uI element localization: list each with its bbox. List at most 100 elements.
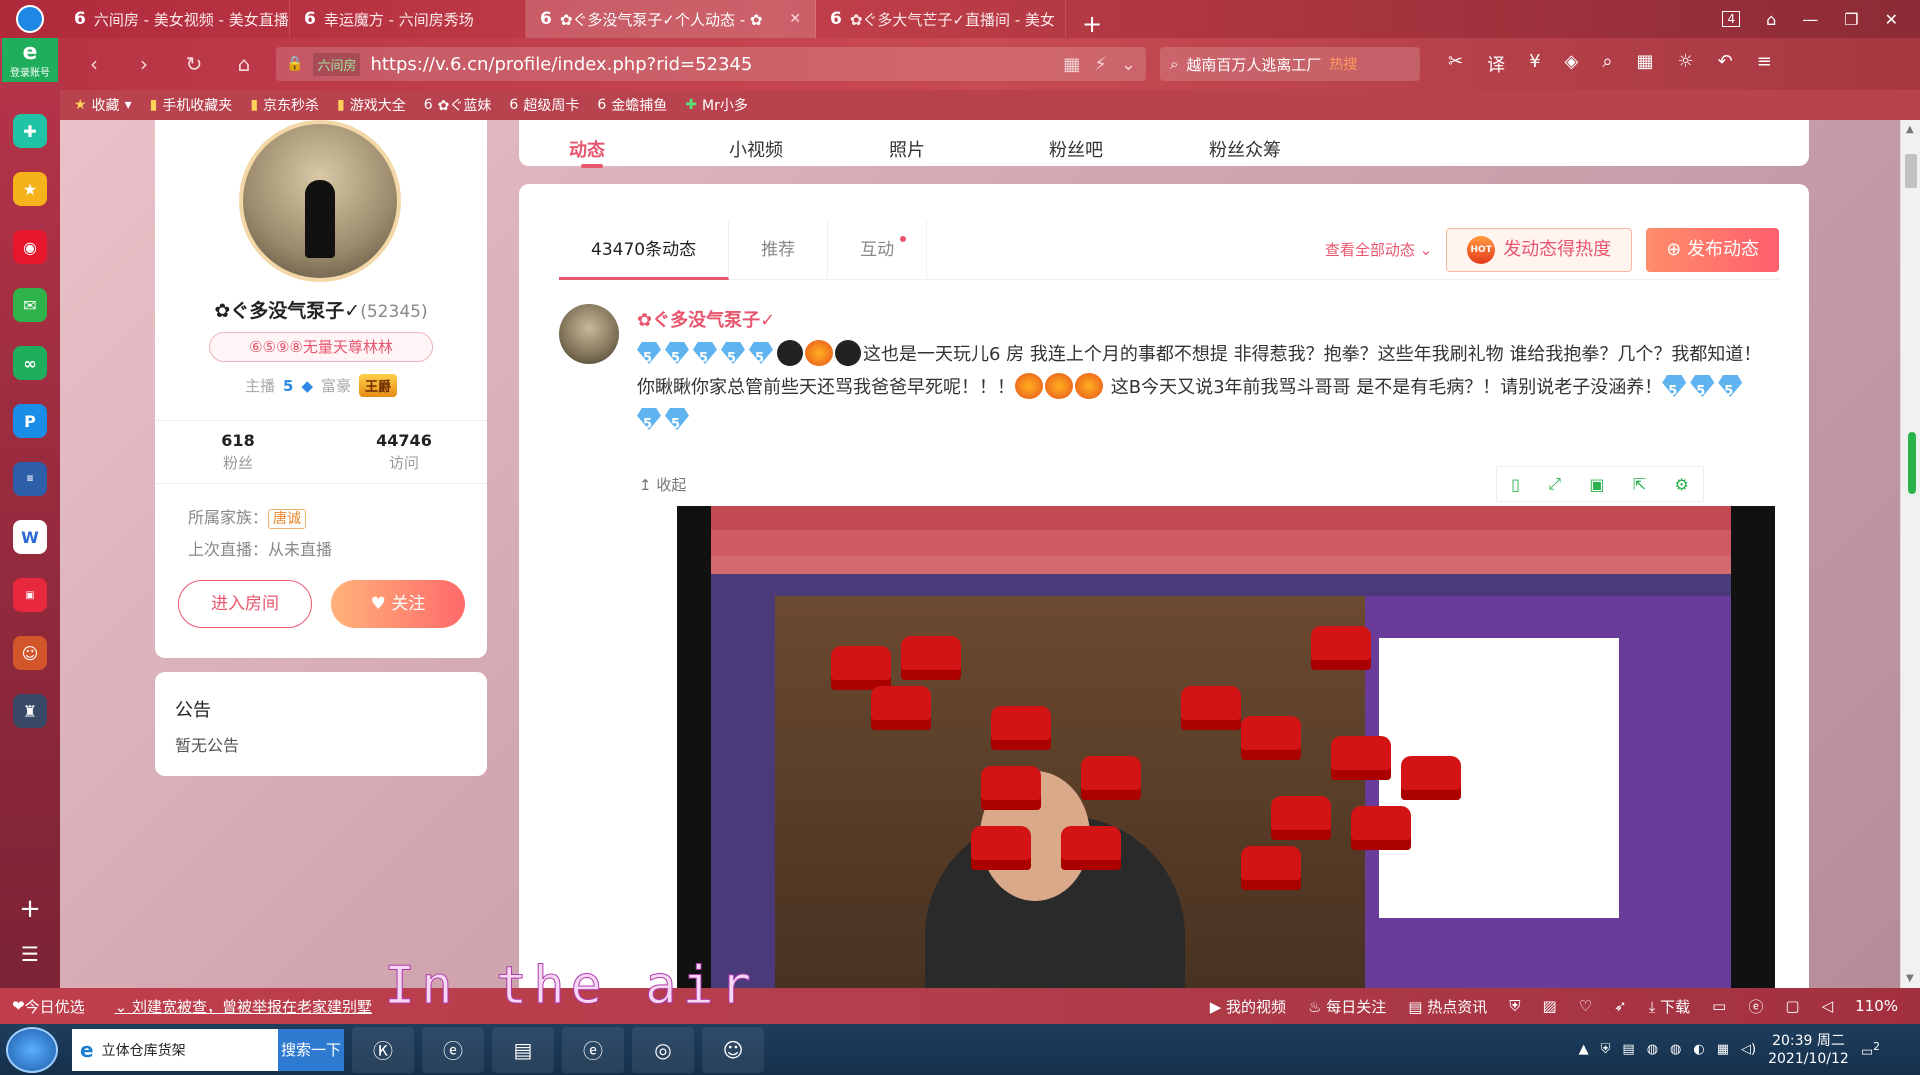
- hot-news[interactable]: ▤ 热点资讯: [1408, 996, 1487, 1017]
- qq-tray-icon[interactable]: ◍: [1647, 1042, 1658, 1057]
- star-icon[interactable]: ★: [13, 172, 47, 206]
- bookmark-item[interactable]: ▮ 京东秒杀: [250, 95, 319, 115]
- brightness-icon[interactable]: ☼: [1678, 51, 1694, 77]
- post-username[interactable]: ✿ぐ多没气泵子✓: [637, 306, 775, 332]
- bookmark-item[interactable]: 6 ✿ぐ蓝妹: [424, 95, 492, 115]
- topnav-fan-bar[interactable]: 粉丝吧: [1049, 136, 1209, 166]
- sync-icon[interactable]: ∞: [13, 346, 47, 380]
- hot-post-button[interactable]: HOT 发动态得热度: [1446, 227, 1633, 272]
- follow-button[interactable]: ♥ 关注: [331, 580, 465, 628]
- tab-4[interactable]: 6 ✿ぐ多大气芒子✓直播间 - 美女: [816, 0, 1066, 38]
- cast-icon[interactable]: ▭: [1712, 997, 1726, 1015]
- tab-count-icon[interactable]: 4: [1722, 11, 1741, 27]
- menu-icon[interactable]: ☰: [21, 942, 39, 966]
- bookmark-item[interactable]: ▮ 手机收藏夹: [150, 95, 233, 115]
- scroll-down-icon[interactable]: ▼: [1906, 973, 1914, 984]
- search-text[interactable]: 越南百万人逃离工厂: [1186, 54, 1321, 75]
- qq-tray-icon[interactable]: ◍: [1670, 1042, 1681, 1057]
- taskbar-search[interactable]: e 立体仓库货架: [72, 1028, 278, 1071]
- page-scrollbar[interactable]: ▲ ▼: [1900, 120, 1920, 988]
- lightning-icon[interactable]: ⚡: [1094, 54, 1107, 75]
- avatar[interactable]: [239, 120, 401, 282]
- folder-icon[interactable]: ▤: [492, 1026, 554, 1073]
- restore-icon[interactable]: ❐: [1844, 10, 1858, 29]
- translate-icon[interactable]: 译: [1487, 51, 1505, 77]
- tray-up-icon[interactable]: ▲: [1579, 1042, 1589, 1057]
- rocket-icon[interactable]: ➶: [1614, 997, 1627, 1015]
- grid-icon[interactable]: ▦: [1636, 51, 1653, 77]
- doc-tray-icon[interactable]: ▤: [1622, 1042, 1634, 1057]
- browser-nav-icon[interactable]: [16, 5, 44, 33]
- my-video[interactable]: ▶ 我的视频: [1210, 996, 1286, 1017]
- post-media-image[interactable]: [677, 506, 1775, 988]
- news-ticker[interactable]: ⌄ 刘建宽被查，曾被举报在老家建别墅: [115, 996, 372, 1017]
- tab-recommend[interactable]: 推荐: [729, 219, 829, 280]
- post-avatar[interactable]: [559, 304, 619, 364]
- minimize-icon[interactable]: —: [1802, 10, 1818, 29]
- k-app-icon[interactable]: Ⓚ: [352, 1026, 414, 1073]
- login-account[interactable]: e 登录账号: [2, 38, 58, 82]
- plus-app-icon[interactable]: ✚: [13, 114, 47, 148]
- fullscreen-icon[interactable]: ⤢: [1548, 474, 1561, 494]
- coin-icon[interactable]: ¥: [1529, 51, 1540, 77]
- tab-interaction[interactable]: 互动: [828, 219, 928, 280]
- notification-icon[interactable]: ▭2: [1861, 1040, 1880, 1059]
- fans-stat[interactable]: 618 粉丝: [155, 431, 321, 483]
- collapse-toggle[interactable]: ↥ 收起: [639, 474, 686, 495]
- weibo-icon[interactable]: ◉: [13, 230, 47, 264]
- save-icon[interactable]: ▣: [1589, 475, 1604, 494]
- soldier-game-icon[interactable]: ♜: [13, 694, 47, 728]
- shield-tray-icon[interactable]: ⛨: [1601, 1042, 1611, 1057]
- word-icon[interactable]: W: [13, 520, 47, 554]
- tab-2[interactable]: 6 幸运魔方 - 六间房秀场: [290, 0, 526, 38]
- taskbar-search-button[interactable]: 搜索一下: [278, 1028, 344, 1071]
- mail-icon[interactable]: ✉: [13, 288, 47, 322]
- tab-1[interactable]: 6 六间房 - 美女视频 - 美女直播: [60, 0, 290, 38]
- home-icon[interactable]: ⌂: [226, 52, 262, 76]
- shirt-icon[interactable]: ⌂: [1766, 10, 1776, 29]
- address-bar[interactable]: 🔒 六间房 https://v.6.cn/profile/index.php?r…: [276, 47, 1146, 81]
- tab-3[interactable]: 6 ✿ぐ多没气泵子✓个人动态 - ✿ ✕: [526, 0, 816, 38]
- back-icon[interactable]: ‹: [76, 52, 112, 76]
- bookmark-item[interactable]: 6 超级周卡: [509, 95, 579, 115]
- side-slider[interactable]: [1908, 432, 1916, 494]
- volume-icon[interactable]: ◁: [1822, 997, 1834, 1015]
- bookmark-item[interactable]: ✚ Mr小多: [685, 95, 748, 115]
- start-button[interactable]: [6, 1026, 58, 1073]
- clock[interactable]: 20:39 周二 2021/10/12: [1768, 1032, 1849, 1068]
- downloads[interactable]: ⤓ 下载: [1649, 996, 1690, 1017]
- settings-icon[interactable]: ⚙: [1674, 475, 1688, 494]
- url-text[interactable]: https://v.6.cn/profile/index.php?rid=523…: [370, 54, 752, 75]
- shield-icon[interactable]: ⛨: [1509, 997, 1520, 1015]
- topnav-photos[interactable]: 照片: [889, 136, 1049, 166]
- topnav-crowdfunding[interactable]: 粉丝众筹: [1209, 136, 1369, 166]
- qr-icon[interactable]: ▦: [1063, 54, 1080, 75]
- original-icon[interactable]: ▯: [1511, 475, 1520, 494]
- avatar-game-icon[interactable]: ☺: [13, 636, 47, 670]
- avatar-app-icon[interactable]: ☺: [702, 1026, 764, 1073]
- bookmark-item[interactable]: ★ 收藏 ▾: [74, 95, 132, 115]
- news-label[interactable]: 今日优选: [25, 996, 85, 1017]
- add-icon[interactable]: +: [19, 894, 41, 924]
- bookmark-item[interactable]: 6 金蟾捕鱼: [597, 95, 667, 115]
- image-icon[interactable]: ▨: [1543, 997, 1557, 1015]
- publish-button[interactable]: ⊕ 发布动态: [1646, 227, 1779, 272]
- topnav-dynamic[interactable]: 动态: [569, 136, 729, 168]
- undo-icon[interactable]: ↶: [1718, 51, 1733, 77]
- forward-icon[interactable]: ›: [126, 52, 162, 76]
- heart-outline-icon[interactable]: ♡: [1579, 997, 1592, 1015]
- volume-tray-icon[interactable]: ◁): [1741, 1042, 1756, 1057]
- more-icon[interactable]: ≡: [1757, 51, 1772, 77]
- scroll-thumb[interactable]: [1905, 154, 1917, 188]
- p-app-icon[interactable]: P: [13, 404, 47, 438]
- scroll-up-icon[interactable]: ▲: [1906, 124, 1914, 135]
- bookmark-item[interactable]: ▮ 游戏大全: [337, 95, 406, 115]
- enter-room-button[interactable]: 进入房间: [178, 580, 312, 628]
- network-icon[interactable]: ▦: [1717, 1042, 1729, 1057]
- close-window-icon[interactable]: ✕: [1885, 10, 1898, 29]
- game-icon[interactable]: ≡: [13, 462, 47, 496]
- ie-browser-icon[interactable]: ⓔ: [422, 1026, 484, 1073]
- scissors-icon[interactable]: ✂: [1448, 51, 1463, 77]
- 360-browser-icon[interactable]: ⓔ: [562, 1026, 624, 1073]
- tab-all-dynamics[interactable]: 43470条动态: [559, 219, 730, 280]
